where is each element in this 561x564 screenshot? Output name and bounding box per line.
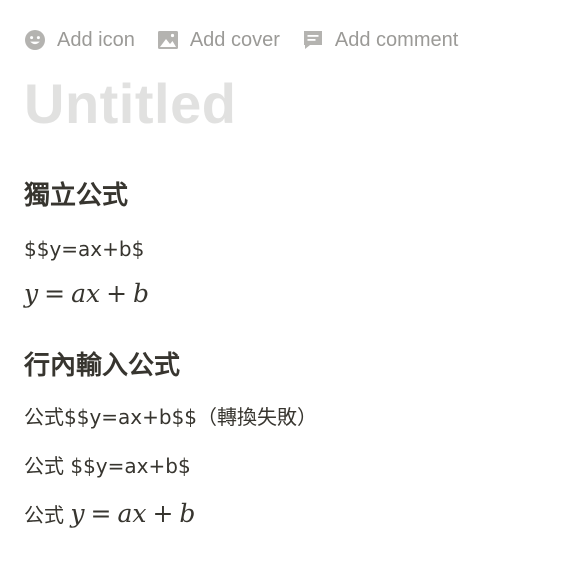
math-term1: ax xyxy=(71,279,101,308)
math-plus: + xyxy=(152,499,174,528)
math-term1: ax xyxy=(117,499,147,528)
math-term2: b xyxy=(133,279,150,308)
smiley-icon xyxy=(25,30,45,50)
raw-formula-text[interactable]: $$y=ax+b$ xyxy=(24,235,144,263)
add-comment-label: Add comment xyxy=(334,28,459,51)
inline-prefix: 公式 xyxy=(24,503,64,527)
image-icon xyxy=(157,31,178,49)
rendered-formula-inline: y = ax + b xyxy=(70,499,195,528)
add-comment-button[interactable]: Add comment xyxy=(302,29,458,52)
rendered-formula-block[interactable]: y = ax + b xyxy=(24,280,149,308)
section-heading-inline[interactable]: 行內輸入公式 xyxy=(24,350,180,382)
section-heading-standalone[interactable]: 獨立公式 xyxy=(24,180,128,212)
page-title[interactable]: Untitled xyxy=(24,72,236,136)
add-icon-label: Add icon xyxy=(57,28,135,51)
add-cover-button[interactable]: Add cover xyxy=(157,29,280,52)
math-term2: b xyxy=(179,499,196,528)
add-icon-button[interactable]: Add icon xyxy=(24,29,135,52)
inline-formula-rendered-line[interactable]: 公式 y = ax + b xyxy=(24,500,195,529)
comment-icon xyxy=(303,31,322,49)
add-cover-label: Add cover xyxy=(189,28,280,51)
page-toolbar: Add icon Add cover Add comment xyxy=(24,26,480,54)
math-plus: + xyxy=(106,279,128,308)
math-equals: = xyxy=(90,499,112,528)
inline-formula-raw-line[interactable]: 公式 $$y=ax+b$ xyxy=(24,452,191,480)
math-lhs: y xyxy=(70,499,85,528)
inline-formula-failed-line[interactable]: 公式$$y=ax+b$$（轉換失敗） xyxy=(24,403,317,431)
math-lhs: y xyxy=(24,279,39,308)
math-equals: = xyxy=(44,279,66,308)
